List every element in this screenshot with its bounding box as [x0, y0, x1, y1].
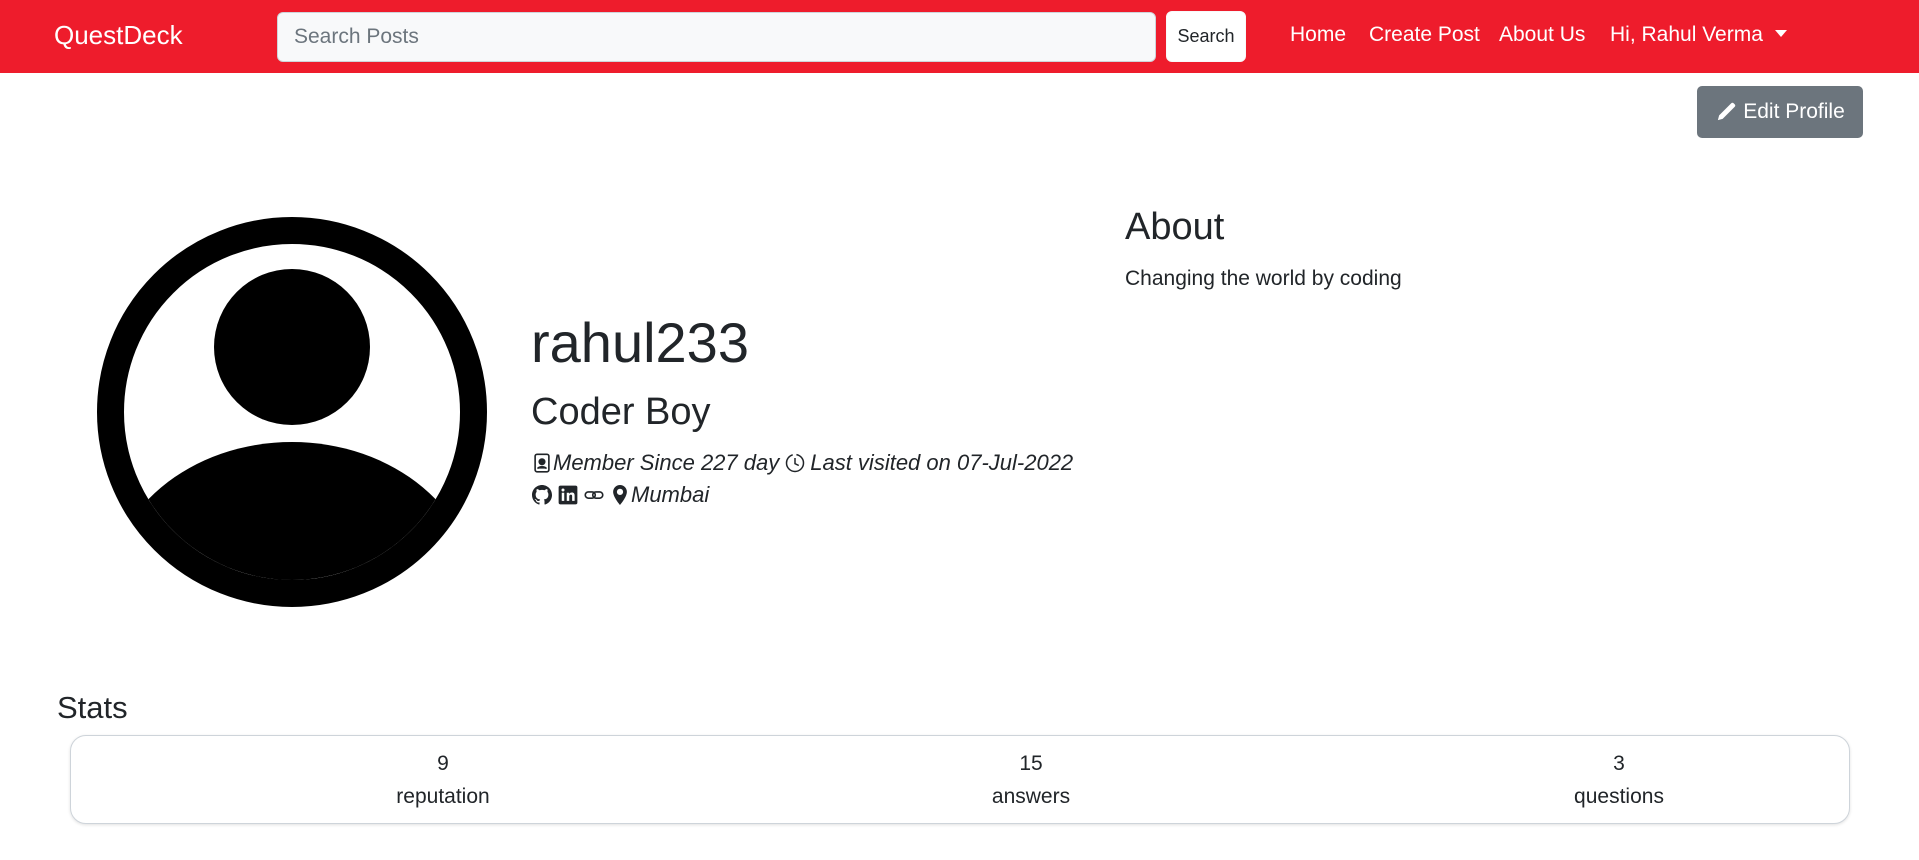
link-icon[interactable] [583, 484, 605, 506]
person-badge-icon [531, 452, 553, 474]
stat-label: answers [991, 785, 1071, 809]
nav-create-post-link[interactable]: Create Post [1369, 23, 1480, 47]
stat-label: questions [1574, 785, 1664, 809]
search-button[interactable]: Search [1166, 11, 1246, 62]
brand-logo-link[interactable]: QuestDeck [54, 20, 183, 51]
member-since-text: Member Since 227 day [553, 450, 780, 475]
about-heading: About [1125, 206, 1225, 248]
location-text: Mumbai [631, 482, 710, 507]
last-visited-text: Last visited on 07-Jul-2022 [810, 450, 1074, 475]
location-pin-icon [609, 484, 631, 506]
github-icon[interactable] [531, 484, 553, 506]
stat-label: reputation [396, 785, 490, 809]
user-greeting: Hi, Rahul Verma [1610, 23, 1763, 46]
profile-meta-activity: Member Since 227 day Last visited on 07-… [531, 450, 1073, 476]
profile-username: rahul233 [531, 311, 749, 374]
pencil-icon [1715, 101, 1737, 123]
avatar [97, 217, 487, 607]
stat-value: 15 [1019, 752, 1043, 775]
caret-down-icon [1774, 30, 1787, 37]
nav-home-link[interactable]: Home [1290, 23, 1346, 47]
stat-reputation: 9 reputation [293, 750, 593, 811]
linkedin-icon[interactable] [557, 484, 579, 506]
top-navbar: QuestDeck Search Home Create Post About … [0, 0, 1919, 73]
nav-about-us-link[interactable]: About Us [1499, 23, 1585, 47]
stat-value: 3 [1613, 752, 1625, 775]
profile-meta-links: Mumbai [531, 482, 709, 508]
stat-questions: 3 questions [1469, 750, 1769, 811]
stats-heading: Stats [57, 690, 128, 725]
about-text: Changing the world by coding [1125, 267, 1402, 290]
search-input[interactable] [277, 12, 1156, 62]
stats-card: 9 reputation 15 answers 3 questions [70, 735, 1850, 824]
stat-answers: 15 answers [881, 750, 1181, 811]
user-menu-dropdown[interactable]: Hi, Rahul Verma [1610, 23, 1787, 47]
profile-title: Coder Boy [531, 391, 711, 433]
clock-icon [784, 452, 806, 474]
edit-profile-button[interactable]: Edit Profile [1697, 86, 1863, 138]
stat-value: 9 [437, 752, 449, 775]
edit-profile-label: Edit Profile [1743, 100, 1845, 123]
